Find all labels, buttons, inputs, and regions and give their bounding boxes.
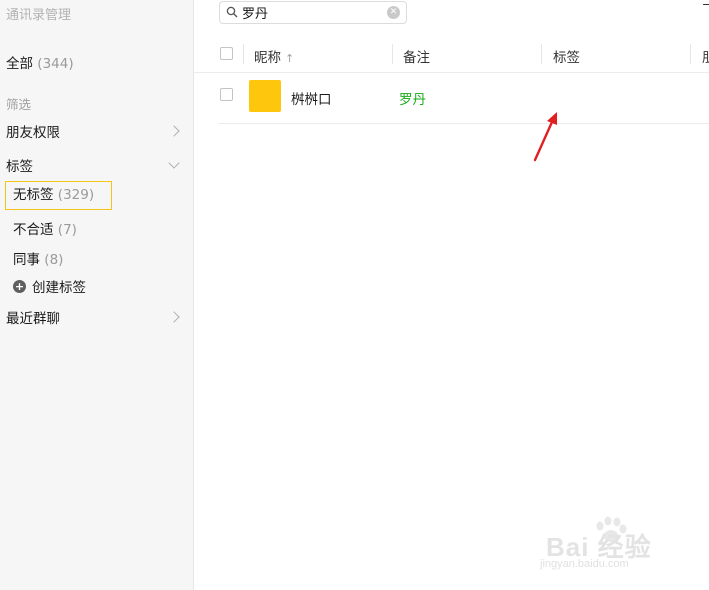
sidebar-item-tags[interactable]: 标签 bbox=[6, 155, 184, 175]
search-box[interactable]: ✕ bbox=[219, 1, 407, 24]
row-nickname: 桝桝口 bbox=[291, 92, 332, 108]
select-all-checkbox[interactable] bbox=[220, 47, 233, 60]
sidebar-item-recent-groups-label: 最近群聊 bbox=[6, 311, 60, 327]
row-checkbox[interactable] bbox=[220, 88, 233, 101]
sidebar-item-all[interactable]: 全部 (344) bbox=[6, 52, 74, 72]
sort-ascending-icon: ↑ bbox=[285, 52, 295, 65]
tag-item-untagged[interactable]: 无标签 (329) bbox=[5, 181, 112, 210]
sidebar-item-tags-label: 标签 bbox=[6, 159, 33, 175]
tag-item-label: 同事 bbox=[13, 252, 40, 268]
tag-item-count: (8) bbox=[44, 252, 64, 268]
plus-icon: + bbox=[13, 279, 26, 293]
chevron-right-icon bbox=[168, 125, 180, 137]
clear-search-icon[interactable]: ✕ bbox=[387, 6, 400, 19]
filter-section-label: 筛选 bbox=[6, 97, 32, 112]
column-header-remark[interactable]: 备注 bbox=[403, 46, 430, 66]
annotation-arrow-icon bbox=[533, 112, 557, 162]
chevron-down-icon bbox=[168, 157, 180, 169]
create-tag-button[interactable]: + 创建标签 bbox=[13, 276, 86, 296]
sidebar-item-friend-permission[interactable]: 朋友权限 bbox=[6, 121, 184, 141]
create-tag-label: 创建标签 bbox=[32, 280, 86, 296]
tag-item-count: (329) bbox=[57, 187, 95, 203]
sidebar-item-all-count: (344) bbox=[37, 56, 74, 72]
sidebar: 通讯录管理 全部 (344) 筛选 朋友权限 标签 无标签 (329) 不合适 … bbox=[0, 0, 194, 590]
column-divider bbox=[392, 44, 393, 64]
tag-item-count: (7) bbox=[57, 222, 77, 238]
tag-item-label: 不合适 bbox=[13, 222, 54, 238]
sidebar-item-recent-groups[interactable]: 最近群聊 bbox=[6, 307, 184, 327]
sidebar-item-all-label: 全部 bbox=[6, 56, 33, 72]
tag-item-unsuitable[interactable]: 不合适 (7) bbox=[13, 218, 77, 238]
window-minimize-icon[interactable] bbox=[703, 4, 709, 5]
column-divider bbox=[690, 44, 691, 64]
table-header: 昵称 ↑ 备注 标签 朋 bbox=[194, 36, 709, 73]
search-input[interactable] bbox=[242, 3, 382, 22]
chevron-right-icon bbox=[168, 311, 180, 323]
search-icon bbox=[226, 6, 238, 18]
avatar bbox=[249, 80, 281, 112]
tag-item-colleague[interactable]: 同事 (8) bbox=[13, 248, 63, 268]
column-header-tag[interactable]: 标签 bbox=[553, 46, 580, 66]
column-divider bbox=[541, 44, 542, 64]
watermark-subtext: jingyan.baidu.com bbox=[540, 558, 629, 570]
row-remark[interactable]: 罗丹 bbox=[399, 88, 426, 108]
window-title: 通讯录管理 bbox=[6, 8, 72, 23]
column-header-nickname[interactable]: 昵称 ↑ bbox=[254, 46, 294, 66]
column-header-friend-permission[interactable]: 朋 bbox=[702, 46, 709, 66]
column-divider bbox=[243, 44, 244, 64]
tag-item-label: 无标签 bbox=[13, 187, 54, 203]
table-row[interactable]: 桝桝口 罗丹 bbox=[218, 72, 709, 124]
column-header-nickname-label: 昵称 bbox=[254, 50, 281, 66]
sidebar-item-friend-permission-label: 朋友权限 bbox=[6, 125, 60, 141]
